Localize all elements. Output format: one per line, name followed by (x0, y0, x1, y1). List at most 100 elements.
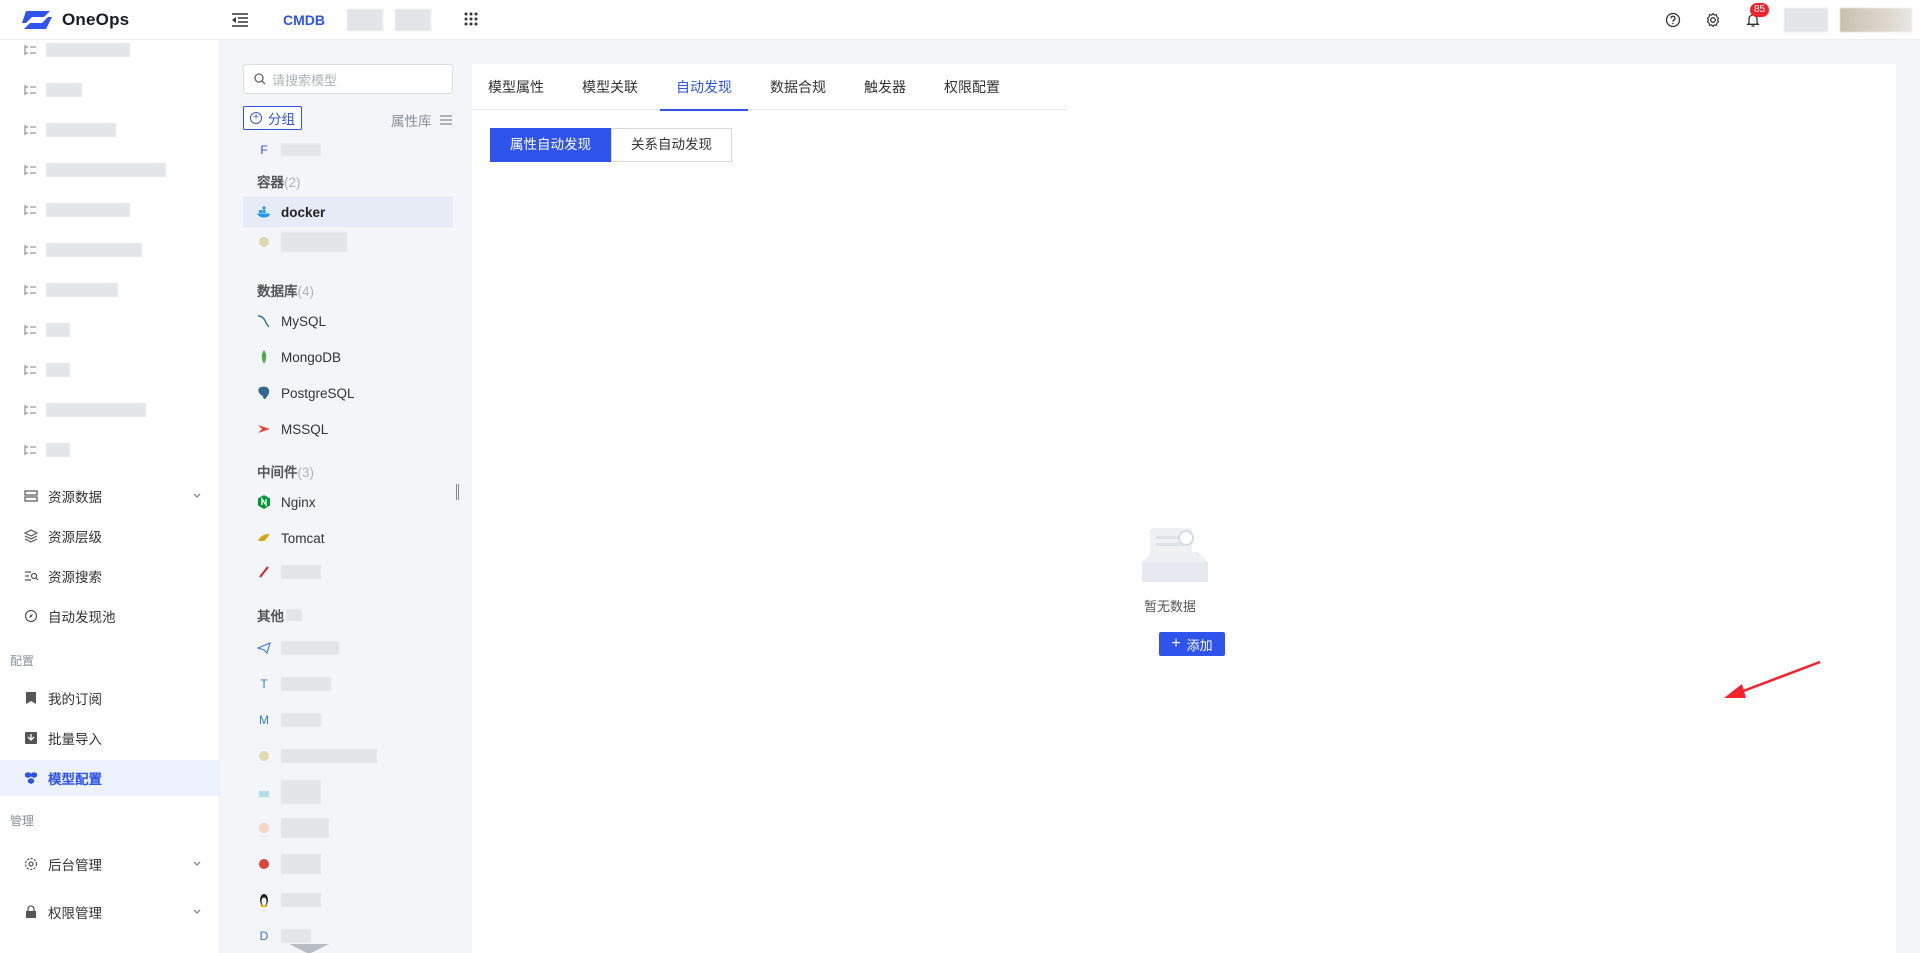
add-group-button[interactable]: + 分组 (243, 106, 302, 130)
category-name: 中间件 (257, 465, 298, 480)
empty-box-icon (1142, 528, 1208, 582)
bell-icon[interactable]: 85 (1744, 3, 1770, 29)
sidebar-blurred-item[interactable] (24, 362, 70, 378)
plus-circle-icon: + (250, 112, 262, 124)
model-item-mssql[interactable]: MSSQL (243, 414, 453, 444)
nav-blurred-items[interactable] (347, 8, 431, 31)
sidebar-item-discovery-pool[interactable]: 自动发现池 (0, 598, 219, 634)
plus-icon: + (1171, 635, 1181, 652)
sidebar-blurred-item[interactable] (24, 322, 70, 338)
apps-grid-icon[interactable] (463, 11, 481, 29)
sidebar-item-label: 资源层级 (48, 530, 102, 545)
sidebar-item-resource-data[interactable]: 资源数据 (0, 478, 219, 514)
model-item-blurred[interactable] (243, 741, 453, 771)
sidebar-item-resource-levels[interactable]: 资源层级 (0, 518, 219, 554)
sidebar-blurred-item[interactable] (24, 122, 116, 138)
sidebar-item-backend-admin[interactable]: 后台管理 (0, 846, 219, 882)
model-label: docker (281, 204, 326, 220)
sidebar-blurred-item[interactable] (24, 442, 70, 458)
model-item-blurred[interactable]: M (243, 705, 453, 735)
sidebar-item-label: 权限管理 (48, 906, 102, 921)
sidebar-blurred-item[interactable] (24, 162, 166, 178)
model-label: MSSQL (281, 421, 329, 437)
attribute-library-button[interactable]: 属性库 (391, 110, 452, 130)
sidebar-item-resource-search[interactable]: 资源搜索 (0, 558, 219, 594)
app-logo[interactable]: OneOps (0, 9, 225, 31)
model-item-tomcat[interactable]: Tomcat (243, 523, 453, 553)
model-item-blurred[interactable] (243, 849, 453, 879)
model-item-linux[interactable] (243, 885, 453, 915)
search-list-icon (24, 569, 38, 583)
subtab-attribute-discovery[interactable]: 属性自动发现 (490, 128, 611, 162)
category-count: (4) (297, 284, 315, 299)
model-item-mysql[interactable]: MySQL (243, 306, 453, 336)
category-name: 数据库 (257, 284, 298, 299)
sidebar-blurred-item[interactable] (24, 42, 130, 58)
model-item-postgresql[interactable]: PostgreSQL (243, 378, 453, 408)
sidebar-blurred-item[interactable] (24, 82, 82, 98)
collapse-menu-icon[interactable] (229, 9, 251, 31)
sidebar-item-batch-import[interactable]: 批量导入 (0, 720, 219, 756)
subtab-relation-discovery[interactable]: 关系自动发现 (611, 128, 732, 162)
model-label: Tomcat (281, 530, 325, 546)
category-others: 其他 (257, 605, 302, 625)
model-icon (257, 821, 271, 835)
help-icon[interactable] (1664, 11, 1682, 29)
mysql-icon (257, 314, 271, 328)
sidebar-item-label: 模型配置 (48, 772, 102, 787)
panel-resize-handle[interactable] (456, 484, 459, 500)
tab-model-relations[interactable]: 模型关联 (566, 64, 654, 110)
add-discovery-button[interactable]: + 添加 (1159, 632, 1225, 656)
model-item-blurred[interactable] (243, 557, 453, 587)
tab-permissions[interactable]: 权限配置 (928, 64, 1016, 110)
model-item-blurred[interactable] (243, 633, 453, 663)
empty-state-text: 暂无数据 (1144, 599, 1197, 614)
sidebar-blurred-item[interactable] (24, 242, 142, 258)
sidebar-item-my-subscriptions[interactable]: 我的订阅 (0, 680, 219, 716)
model-item-blurred[interactable] (243, 777, 453, 807)
username-blurred[interactable] (1784, 8, 1828, 32)
tab-triggers[interactable]: 触发器 (848, 64, 922, 110)
sidebar-item-label: 我的订阅 (48, 692, 102, 707)
sidebar-blurred-item[interactable] (24, 402, 146, 418)
oneops-logo-icon (22, 10, 52, 29)
model-item-blurred[interactable]: F (243, 139, 453, 161)
model-item-blurred[interactable]: D (243, 921, 453, 951)
sidebar-item-label: 批量导入 (48, 732, 102, 747)
list-tree-icon (24, 444, 36, 456)
tab-auto-discovery[interactable]: 自动发现 (660, 64, 748, 111)
sidebar-item-permission-admin[interactable]: 权限管理 (0, 894, 219, 930)
sidebar-item-model-config[interactable]: 模型配置 (0, 760, 219, 796)
model-item-blurred[interactable]: T (243, 669, 453, 699)
category-count: (2) (284, 175, 301, 190)
model-letter-icon: M (259, 713, 269, 727)
model-item-blurred[interactable] (243, 227, 453, 257)
docker-icon (257, 205, 271, 219)
add-button-label: 添加 (1186, 637, 1213, 653)
app-name: OneOps (62, 9, 130, 29)
sidebar-blurred-item[interactable] (24, 202, 130, 218)
model-search-input[interactable]: 请搜索模型 (243, 64, 453, 94)
model-icon (257, 565, 271, 579)
layers-icon (24, 529, 38, 543)
settings-icon[interactable] (1704, 11, 1722, 29)
list-tree-icon (24, 404, 36, 416)
tab-data-compliance[interactable]: 数据合规 (754, 64, 842, 110)
model-item-blurred[interactable] (243, 813, 453, 843)
list-tree-icon (24, 164, 36, 176)
model-item-mongodb[interactable]: MongoDB (243, 342, 453, 372)
chevron-down-icon (192, 857, 202, 872)
sidebar-blurred-item[interactable] (24, 282, 118, 298)
model-item-docker[interactable]: docker (243, 197, 453, 227)
model-item-nginx[interactable]: Nginx (243, 487, 453, 517)
nav-cmdb[interactable]: CMDB (283, 12, 325, 28)
model-tabs: 模型属性 模型关联 自动发现 数据合规 触发器 权限配置 (472, 64, 1067, 111)
list-tree-icon (24, 364, 36, 376)
attribute-library-label: 属性库 (391, 114, 432, 129)
list-tree-icon (24, 324, 36, 336)
sidebar-section-config: 配置 (10, 654, 35, 668)
tab-model-attributes[interactable]: 模型属性 (472, 64, 560, 110)
user-avatar[interactable] (1840, 8, 1912, 32)
sidebar-item-label: 后台管理 (48, 858, 102, 873)
sidebar: 资源数据 资源层级 资源搜索 自动发现池 配置 我的订阅 批量导入 模型配置 管… (0, 40, 220, 953)
